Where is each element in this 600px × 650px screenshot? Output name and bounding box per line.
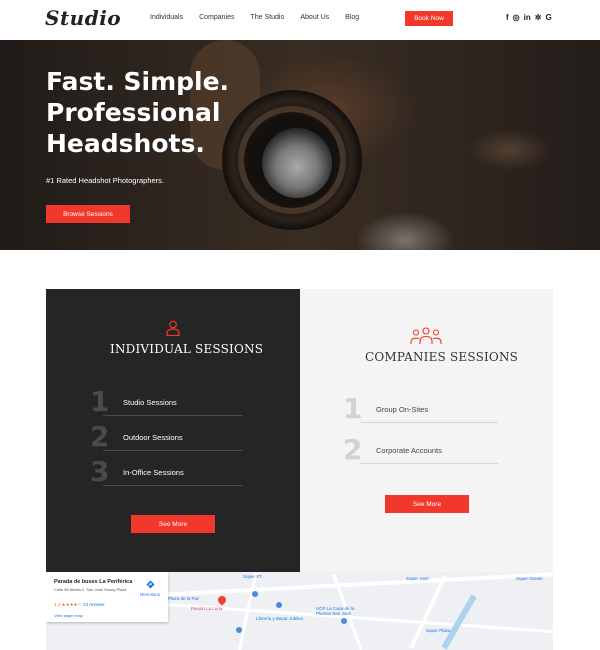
linkedin-icon[interactable]: in: [524, 13, 531, 23]
view-larger-map-link[interactable]: View larger map: [54, 613, 83, 618]
list-item-in-office-sessions[interactable]: 3 In-Office Sessions: [90, 457, 250, 487]
facebook-icon[interactable]: f: [506, 13, 509, 23]
map-label: Super Ocean: [516, 576, 543, 581]
list-label: Corporate Accounts: [376, 446, 442, 455]
map-pin-icon: [236, 627, 242, 633]
map-label: UCP La Casa de la Plumas San José: [316, 606, 355, 616]
nav-links: Individuals Companies The Studio About U…: [150, 14, 375, 21]
list-item-outdoor-sessions[interactable]: 2 Outdoor Sessions: [90, 422, 250, 452]
list-number: 1: [90, 385, 110, 418]
browse-sessions-button[interactable]: Browse Sessions: [46, 205, 130, 223]
map-label: Super XT: [243, 574, 263, 579]
map-pin-icon: [252, 591, 258, 597]
list-label: Studio Sessions: [123, 398, 177, 407]
hero-subtitle: #1 Rated Headshot Photographers.: [46, 176, 164, 185]
hero-title: Fast. Simple. Professional Headshots.: [46, 67, 230, 158]
list-number: 2: [343, 433, 363, 466]
book-now-button[interactable]: Book Now: [405, 11, 453, 26]
nav-link-individuals[interactable]: Individuals: [150, 14, 183, 21]
divider: [103, 450, 243, 451]
directions-icon: [145, 580, 155, 589]
map-place-card: Parada de buses La Periférica Calle 56 A…: [46, 572, 168, 622]
map-pin-icon: [216, 594, 228, 606]
map-label: Super Plaza: [426, 628, 451, 633]
nav-link-companies[interactable]: Companies: [199, 14, 234, 21]
map-pin-icon: [341, 618, 347, 624]
nav-link-the-studio[interactable]: The Studio: [251, 14, 285, 21]
divider: [103, 415, 243, 416]
person-icon: [166, 320, 180, 336]
individual-sessions-title: INDIVIDUAL SESSIONS: [110, 342, 264, 356]
list-label: Outdoor Sessions: [123, 433, 183, 442]
companies-see-more-button[interactable]: See More: [385, 495, 469, 513]
place-name: Parada de buses La Periférica: [54, 579, 133, 585]
map-pin-icon: [276, 602, 282, 608]
social-links: f ◎ in ✲ G: [506, 13, 552, 23]
top-navigation: Studio Individuals Companies The Studio …: [0, 0, 600, 40]
divider: [103, 485, 243, 486]
companies-sessions-title: COMPANIES SESSIONS: [365, 350, 519, 364]
list-label: Group On-Sites: [376, 405, 429, 414]
map-label: Pasión La Luna: [191, 606, 223, 611]
map-label: Plaza de la Paz: [168, 596, 200, 601]
individual-see-more-button[interactable]: See More: [131, 515, 215, 533]
place-rating: 4.4 ★★★★☆ 13 reviews: [54, 602, 105, 607]
divider: [360, 422, 498, 423]
google-icon[interactable]: G: [545, 13, 551, 23]
divider: [360, 463, 498, 464]
list-number: 1: [343, 392, 363, 425]
list-item-studio-sessions[interactable]: 1 Studio Sessions: [90, 387, 250, 417]
list-label: In-Office Sessions: [123, 468, 184, 477]
yelp-icon[interactable]: ✲: [535, 13, 542, 23]
directions-button[interactable]: Directions: [138, 580, 162, 597]
list-number: 3: [90, 455, 110, 488]
nav-link-about-us[interactable]: About Us: [300, 14, 329, 21]
list-item-corporate-accounts[interactable]: 2 Corporate Accounts: [343, 435, 503, 465]
list-item-group-on-sites[interactable]: 1 Group On-Sites: [343, 394, 503, 424]
studio-logo[interactable]: Studio: [45, 6, 121, 30]
embedded-map[interactable]: Parada de buses La Periférica Calle 56 A…: [46, 572, 553, 650]
instagram-icon[interactable]: ◎: [513, 13, 520, 23]
map-label: Librería y Bazar Jubileo: [256, 616, 304, 621]
map-label: Super Jose: [406, 576, 429, 581]
place-address: Calle 56 Abella 2, San José Sonny Plaza: [54, 587, 127, 592]
nav-link-blog[interactable]: Blog: [345, 14, 359, 21]
group-icon: [410, 327, 442, 344]
list-number: 2: [90, 420, 110, 453]
